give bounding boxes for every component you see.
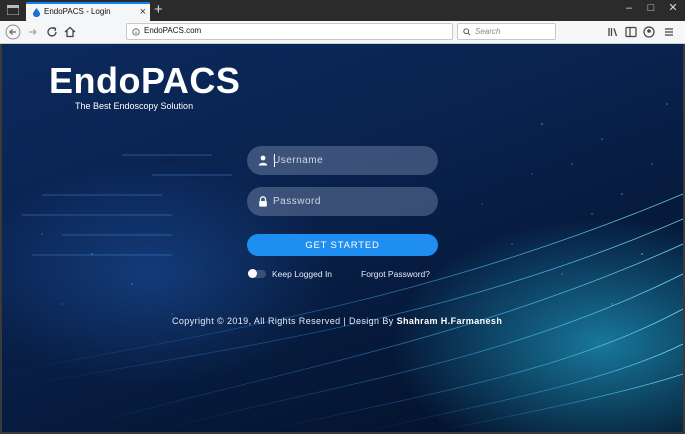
forward-arrow-icon[interactable] xyxy=(25,24,41,40)
user-icon xyxy=(258,155,268,166)
footer-copyright: Copyright © 2019, All Rights Reserved | … xyxy=(172,316,502,326)
maximize-button[interactable]: □ xyxy=(640,0,662,18)
library-icon[interactable] xyxy=(605,24,621,40)
favicon-drop-icon xyxy=(32,8,41,17)
username-field[interactable] xyxy=(247,146,438,175)
search-icon xyxy=(463,28,471,36)
brand-tagline: The Best Endoscopy Solution xyxy=(75,101,194,111)
sidebar-icon[interactable] xyxy=(623,24,639,40)
browser-window: EndoPACS - Login × + – □ ✕ EndoPACS.com xyxy=(0,0,685,434)
close-window-button[interactable]: ✕ xyxy=(662,0,684,18)
forgot-password-link[interactable]: Forgot Password? xyxy=(361,269,430,279)
designer-name: Shahram H.Farmanesh xyxy=(396,316,503,326)
minimize-button[interactable]: – xyxy=(618,0,640,18)
hamburger-menu-icon[interactable] xyxy=(661,24,677,40)
lock-icon xyxy=(259,196,267,207)
tab-title: EndoPACS - Login xyxy=(44,7,111,16)
url-text[interactable]: EndoPACS.com xyxy=(144,26,201,35)
tab-strip: EndoPACS - Login × + – □ ✕ xyxy=(0,0,685,21)
url-bar[interactable]: EndoPACS.com xyxy=(126,23,453,40)
password-field[interactable] xyxy=(247,187,438,216)
login-page: EndoPACS The Best Endoscopy Solution GET… xyxy=(2,44,683,432)
site-info-icon[interactable] xyxy=(132,28,140,36)
keep-logged-in-toggle[interactable] xyxy=(248,269,266,278)
reload-icon[interactable] xyxy=(44,24,60,40)
get-started-button[interactable]: GET STARTED xyxy=(247,234,438,256)
search-placeholder[interactable]: Search xyxy=(475,27,500,36)
brand-logo: EndoPACS xyxy=(49,60,241,101)
keep-logged-in-label[interactable]: Keep Logged In xyxy=(272,269,332,279)
toggle-knob xyxy=(248,269,257,278)
tab-close-icon[interactable]: × xyxy=(140,5,146,19)
home-icon[interactable] xyxy=(62,24,78,40)
username-input[interactable] xyxy=(273,146,423,175)
navigation-toolbar: EndoPACS.com Search xyxy=(0,21,685,44)
search-bar[interactable]: Search xyxy=(457,23,556,40)
account-icon[interactable] xyxy=(641,24,657,40)
password-input[interactable] xyxy=(273,187,423,216)
copyright-text: Copyright © 2019, All Rights Reserved | … xyxy=(172,316,397,326)
back-arrow-icon[interactable] xyxy=(5,24,21,40)
tab-endopacs-login[interactable]: EndoPACS - Login × xyxy=(26,2,150,21)
window-menu-icon[interactable] xyxy=(7,5,19,15)
new-tab-button[interactable]: + xyxy=(154,1,163,19)
